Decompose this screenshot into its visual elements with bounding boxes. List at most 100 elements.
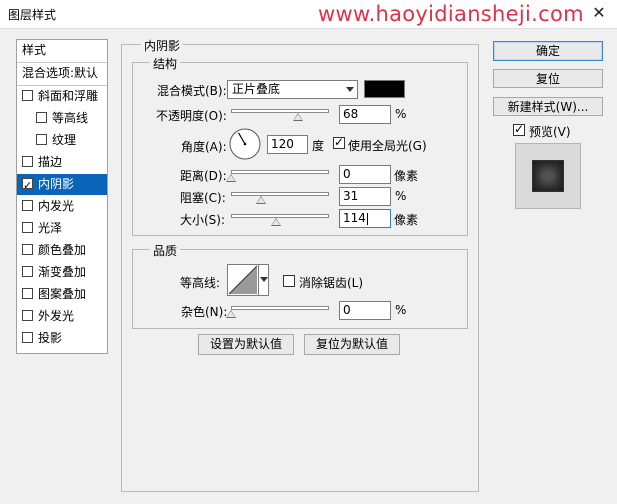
style-item-checkbox[interactable] xyxy=(22,222,33,233)
styles-header[interactable]: 样式 xyxy=(17,40,107,61)
opacity-label: 不透明度(O): xyxy=(156,109,227,123)
style-item-label: 光泽 xyxy=(38,221,63,235)
style-item[interactable]: 纹理 xyxy=(17,130,107,151)
styles-header-label: 样式 xyxy=(22,43,47,57)
opacity-slider-track[interactable] xyxy=(231,109,329,113)
inner-shadow-title: 内阴影 xyxy=(141,37,184,54)
style-item[interactable]: 斜面和浮雕 xyxy=(17,86,107,107)
blend-options-label: 混合选项:默认 xyxy=(22,66,99,80)
new-style-button[interactable]: 新建样式(W)... xyxy=(493,97,603,116)
style-item-label: 外发光 xyxy=(38,309,75,323)
style-item-label: 内阴影 xyxy=(38,177,75,191)
contour-label: 等高线: xyxy=(180,276,221,290)
angle-label: 角度(A): xyxy=(181,140,227,154)
noise-input[interactable]: 0 xyxy=(339,301,391,320)
set-default-button[interactable]: 设置为默认值 xyxy=(198,334,294,355)
distance-slider-track[interactable] xyxy=(231,170,329,174)
style-item[interactable]: 投影 xyxy=(17,328,107,349)
chevron-down-icon xyxy=(260,277,268,282)
style-item[interactable]: 光泽 xyxy=(17,218,107,239)
noise-slider-track[interactable] xyxy=(231,306,329,310)
style-item-checkbox[interactable] xyxy=(36,112,47,123)
watermark-text: www.haoyidiansheji.com xyxy=(318,2,584,26)
contour-linear-icon xyxy=(228,265,258,295)
ok-button[interactable]: 确定 xyxy=(493,41,603,61)
distance-unit: 像素 xyxy=(394,169,419,183)
text-cursor xyxy=(366,212,368,225)
style-item[interactable]: 颜色叠加 xyxy=(17,240,107,261)
opacity-input[interactable]: 68 xyxy=(339,105,391,124)
style-item-checkbox[interactable] xyxy=(22,332,33,343)
quality-legend: 品质 xyxy=(150,242,181,259)
style-item-checkbox[interactable] xyxy=(22,156,33,167)
blend-mode-label: 混合模式(B): xyxy=(157,84,227,98)
style-item[interactable]: 渐变叠加 xyxy=(17,262,107,283)
global-light-checkbox[interactable] xyxy=(333,135,345,149)
antialias-checkbox[interactable] xyxy=(283,275,295,287)
choke-slider-track[interactable] xyxy=(231,192,329,196)
preview-swatch xyxy=(532,160,564,192)
style-item-label: 斜面和浮雕 xyxy=(38,89,99,103)
opacity-unit: % xyxy=(395,107,407,121)
noise-label: 杂色(N): xyxy=(181,305,228,319)
size-label: 大小(S): xyxy=(180,213,226,227)
style-item-checkbox[interactable] xyxy=(22,90,33,101)
style-item-label: 描边 xyxy=(38,155,63,169)
choke-label: 阻塞(C): xyxy=(180,191,226,205)
chevron-down-icon xyxy=(346,87,354,92)
style-item[interactable]: 内发光 xyxy=(17,196,107,217)
distance-slider-thumb[interactable] xyxy=(226,174,236,182)
size-unit: 像素 xyxy=(394,213,419,227)
style-item[interactable]: 等高线 xyxy=(17,108,107,129)
size-slider-thumb[interactable] xyxy=(270,218,281,226)
antialias-label: 消除锯齿(L) xyxy=(299,276,364,290)
size-input[interactable]: 114 xyxy=(339,209,391,228)
distance-input[interactable]: 0 xyxy=(339,165,391,184)
window-title: 图层样式 xyxy=(8,8,57,22)
opacity-slider-thumb[interactable] xyxy=(292,113,303,121)
style-item-label: 颜色叠加 xyxy=(38,243,87,257)
close-icon[interactable]: ✕ xyxy=(588,2,610,24)
style-item[interactable]: 图案叠加 xyxy=(17,284,107,305)
blend-mode-value: 正片叠底 xyxy=(232,82,281,96)
angle-dial[interactable] xyxy=(229,128,261,160)
choke-unit: % xyxy=(395,189,407,203)
styles-list: 样式 混合选项:默认 斜面和浮雕等高线纹理描边内阴影内发光光泽颜色叠加渐变叠加图… xyxy=(16,39,108,354)
style-item-checkbox[interactable] xyxy=(22,266,33,277)
angle-center-dot xyxy=(243,142,247,146)
shadow-color-swatch[interactable] xyxy=(364,80,405,98)
style-item-checkbox[interactable] xyxy=(22,200,33,211)
preview-thumbnail xyxy=(515,143,581,209)
contour-picker[interactable] xyxy=(227,264,269,296)
global-light-label: 使用全局光(G) xyxy=(348,139,427,153)
blend-mode-dropdown[interactable]: 正片叠底 xyxy=(227,80,358,99)
reset-default-button[interactable]: 复位为默认值 xyxy=(304,334,400,355)
style-item-checkbox[interactable] xyxy=(22,244,33,255)
style-item-label: 纹理 xyxy=(52,133,77,147)
style-item-checkbox[interactable] xyxy=(22,288,33,299)
style-item-checkbox[interactable] xyxy=(22,310,33,321)
style-item[interactable]: 内阴影 xyxy=(17,174,107,195)
noise-unit: % xyxy=(395,303,407,317)
choke-slider-thumb[interactable] xyxy=(256,196,267,204)
reset-button[interactable]: 复位 xyxy=(493,69,603,88)
style-item-checkbox[interactable] xyxy=(36,134,47,145)
style-item-checkbox[interactable] xyxy=(22,175,33,195)
choke-input[interactable]: 31 xyxy=(339,187,391,206)
angle-unit: 度 xyxy=(312,139,325,153)
blend-options-item[interactable]: 混合选项:默认 xyxy=(17,63,107,84)
style-item-label: 图案叠加 xyxy=(38,287,87,301)
distance-label: 距离(D): xyxy=(180,169,227,183)
style-item[interactable]: 描边 xyxy=(17,152,107,173)
size-input-value: 114 xyxy=(343,211,366,225)
structure-legend: 结构 xyxy=(150,55,181,72)
preview-checkbox[interactable] xyxy=(513,122,525,136)
style-item-label: 渐变叠加 xyxy=(38,265,87,279)
style-item-label: 内发光 xyxy=(38,199,75,213)
preview-label: 预览(V) xyxy=(529,125,571,139)
style-item-label: 等高线 xyxy=(52,111,89,125)
angle-input[interactable]: 120 xyxy=(267,135,308,154)
contour-dropdown-toggle[interactable] xyxy=(258,265,269,295)
style-item[interactable]: 外发光 xyxy=(17,306,107,327)
noise-slider-thumb[interactable] xyxy=(226,310,236,318)
